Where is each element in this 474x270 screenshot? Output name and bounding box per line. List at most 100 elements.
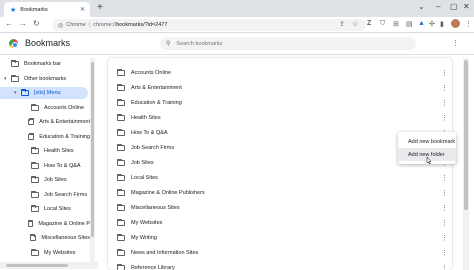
- side-panel-icon[interactable]: ▮: [440, 20, 444, 28]
- bookmark-row[interactable]: My Writing ⋮: [108, 230, 452, 245]
- sidebar-scrollbar-thumb[interactable]: [91, 62, 94, 237]
- maximize-icon[interactable]: ▢: [450, 2, 458, 11]
- new-tab-button[interactable]: +: [97, 2, 103, 14]
- folder-icon: [11, 74, 19, 82]
- extension-shield-icon[interactable]: ⛉: [380, 20, 385, 28]
- sidebar-item[interactable]: Bookmarks bar: [0, 58, 90, 70]
- folder-icon: [27, 219, 34, 227]
- bookmark-row[interactable]: Health Sites ⋮: [108, 110, 452, 125]
- sidebar-item-label: My Websites: [44, 249, 76, 256]
- bookmark-label: Job Sites: [131, 159, 154, 166]
- sidebar-item[interactable]: Job Search Firms: [0, 189, 90, 201]
- folder-icon: [31, 161, 39, 169]
- extension-doc-icon[interactable]: ▤: [406, 20, 413, 28]
- sidebar-item[interactable]: Job Sites: [0, 174, 90, 186]
- folder-icon: [11, 60, 19, 67]
- more-actions-icon[interactable]: ⋮: [441, 234, 448, 242]
- sidebar-item[interactable]: ▾ Other bookmarks: [0, 73, 90, 85]
- sidebar-item[interactable]: Local Sites: [0, 203, 90, 215]
- bookmark-label: Accounts Online: [131, 69, 172, 76]
- forward-icon[interactable]: →: [19, 19, 27, 28]
- more-actions-icon[interactable]: ⋮: [441, 84, 448, 92]
- sidebar-item-label: Accounts Online: [44, 104, 85, 111]
- sidebar-item[interactable]: Health Sites: [0, 145, 90, 157]
- extension-grid-icon[interactable]: ⊞: [393, 20, 399, 28]
- bookmark-star-icon[interactable]: ☆: [352, 20, 358, 28]
- expand-arrow-icon[interactable]: ▾: [14, 90, 21, 96]
- bookmark-label: Arts & Entertainment: [131, 84, 182, 91]
- more-actions-icon[interactable]: ⋮: [441, 114, 448, 122]
- bookmark-row[interactable]: Accounts Online ⋮: [108, 65, 452, 80]
- folder-icon: [117, 188, 125, 196]
- sidebar-item-label: How To & Q&A: [44, 162, 81, 169]
- sidebar-item[interactable]: My Websites: [0, 247, 90, 259]
- extensions-puzzle-icon[interactable]: ✣: [429, 20, 435, 28]
- share-icon[interactable]: ⇪: [339, 20, 345, 28]
- close-window-icon[interactable]: ✕: [463, 2, 470, 11]
- more-actions-icon[interactable]: ⋮: [441, 264, 448, 270]
- browser-toolbar: ← → ↻ ◎ Chrome | chrome://bookmarks/?id=…: [0, 17, 474, 33]
- folder-icon: [117, 143, 125, 151]
- sidebar-item-label: Local Sites: [44, 206, 71, 212]
- sidebar-item[interactable]: Education & Training: [0, 131, 90, 143]
- reload-icon[interactable]: ↻: [33, 19, 40, 28]
- more-actions-icon[interactable]: ⋮: [441, 249, 448, 257]
- profile-avatar[interactable]: [451, 19, 460, 28]
- search-input[interactable]: [176, 40, 397, 47]
- bookmark-row[interactable]: News and Information Sites ⋮: [108, 245, 452, 260]
- tab-bookmarks[interactable]: ★ Bookmarks ✕: [4, 2, 90, 17]
- sidebar-item[interactable]: Miscellaneous Sites: [0, 232, 90, 244]
- close-tab-icon[interactable]: ✕: [80, 6, 85, 13]
- more-actions-icon[interactable]: ⋮: [441, 69, 448, 77]
- list-scrollbar-thumb[interactable]: [464, 60, 468, 210]
- sidebar-item[interactable]: How To & Q&A: [0, 160, 90, 172]
- folder-icon: [117, 128, 125, 136]
- sidebar-item-label: Health Sites: [44, 148, 74, 154]
- folder-icon: [117, 68, 125, 76]
- chrome-logo-icon: [9, 39, 18, 48]
- bookmark-row[interactable]: Education & Training ⋮: [108, 95, 452, 110]
- more-actions-icon[interactable]: ⋮: [441, 219, 448, 227]
- address-bar[interactable]: ◎ Chrome | chrome://bookmarks/?id=2477: [52, 19, 366, 31]
- more-actions-icon[interactable]: ⋮: [441, 174, 448, 182]
- bookmark-row[interactable]: Miscellaneous Sites ⋮: [108, 200, 452, 215]
- more-actions-icon[interactable]: ⋮: [441, 99, 448, 107]
- folder-icon: [117, 263, 125, 270]
- bookmark-label: Miscellaneous Sites: [131, 204, 180, 211]
- search-icon: ⚲: [166, 41, 171, 47]
- folder-icon: [117, 218, 125, 226]
- folder-icon: [117, 83, 125, 91]
- bookmark-row[interactable]: Local Sites ⋮: [108, 170, 452, 185]
- back-icon[interactable]: ←: [5, 19, 13, 28]
- sidebar-item[interactable]: Magazine & Online P: [0, 218, 90, 230]
- sidebar-horizontal-thumb[interactable]: [6, 264, 68, 267]
- bookmark-label: How To & Q&A: [131, 129, 168, 136]
- folder-icon: [117, 248, 125, 256]
- browser-menu-icon[interactable]: ⋮: [465, 20, 472, 28]
- bookmark-row[interactable]: My Websites ⋮: [108, 215, 452, 230]
- folder-icon: [117, 113, 125, 121]
- folder-icon: [117, 158, 125, 166]
- bookmark-row[interactable]: Magazine & Online Publishers ⋮: [108, 185, 452, 200]
- organize-menu-icon[interactable]: ⋮: [452, 39, 459, 47]
- add-new-bookmark-item[interactable]: Add new bookmark: [398, 135, 456, 148]
- sidebar-item-label: Job Sites: [44, 177, 67, 183]
- sidebar-item[interactable]: ▾ [sits] Menu: [0, 87, 88, 99]
- url-host: chrome://: [93, 22, 117, 28]
- sidebar-item[interactable]: Accounts Online: [0, 102, 90, 114]
- bookmark-row[interactable]: Arts & Entertainment ⋮: [108, 80, 452, 95]
- folder-icon: [28, 118, 35, 125]
- bookmark-row[interactable]: Reference Library ⋮: [108, 260, 452, 270]
- minimize-icon[interactable]: –: [436, 2, 440, 11]
- extension-drive-icon[interactable]: ▲: [418, 20, 425, 27]
- more-actions-icon[interactable]: ⋮: [441, 189, 448, 197]
- folder-icon: [117, 233, 125, 241]
- extension-z-icon[interactable]: Z: [367, 20, 371, 27]
- sidebar-item[interactable]: Arts & Entertainment: [0, 116, 90, 128]
- sidebar-item-label: Bookmarks bar: [24, 61, 61, 67]
- bookmark-label: Magazine & Online Publishers: [131, 189, 205, 196]
- chevron-down-icon[interactable]: ⌄: [418, 2, 425, 11]
- expand-arrow-icon[interactable]: ▾: [4, 76, 11, 82]
- more-actions-icon[interactable]: ⋮: [441, 204, 448, 212]
- search-box[interactable]: ⚲: [160, 37, 416, 50]
